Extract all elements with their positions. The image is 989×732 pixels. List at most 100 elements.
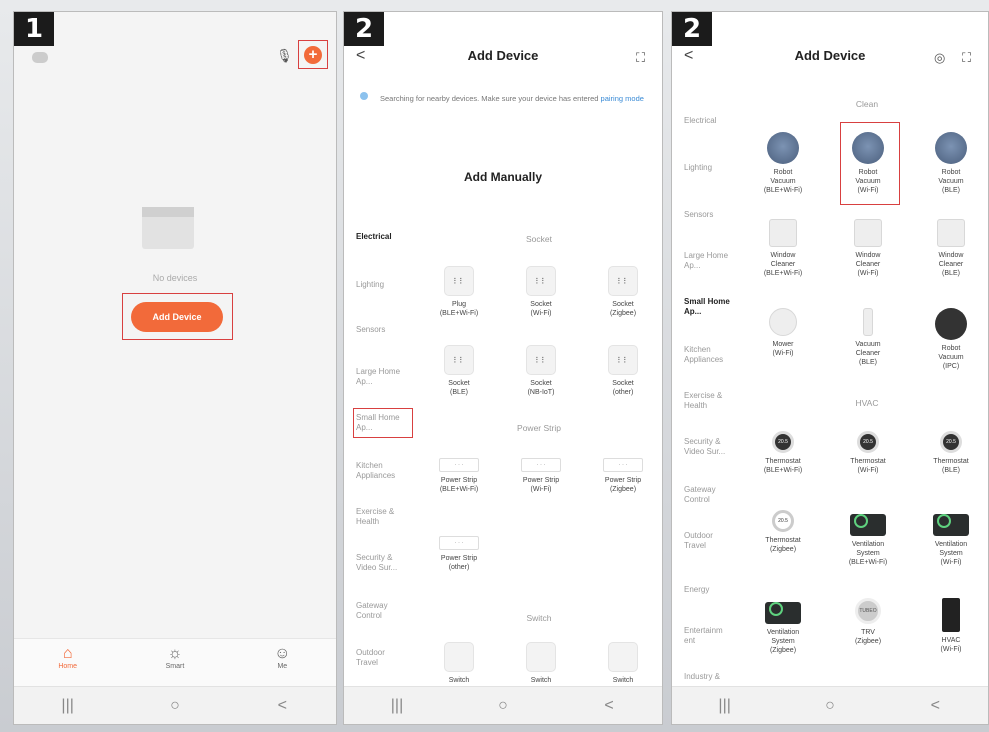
avatar[interactable]	[32, 52, 48, 63]
category-entertainment[interactable]: Entertainm ent	[684, 626, 734, 646]
device-switch-3[interactable]: Switch	[588, 642, 658, 685]
category-sensors[interactable]: Sensors	[684, 210, 746, 220]
pairing-mode-link[interactable]: pairing mode	[601, 94, 644, 103]
section-switch: Switch	[526, 613, 552, 623]
device-name: Thermostat	[850, 458, 886, 465]
empty-state-text: No devices	[152, 273, 198, 283]
device-plug-ble-wifi[interactable]: ⠇⠇ Plug (BLE+Wi-Fi)	[424, 266, 494, 318]
device-protocol: (BLE)	[859, 359, 877, 366]
device-switch-1[interactable]: Switch	[424, 642, 494, 685]
recent-apps-button[interactable]: |||	[48, 697, 88, 715]
device-switch-2[interactable]: Switch	[506, 642, 576, 685]
back-system-button[interactable]: <	[589, 697, 629, 715]
device-name: Cleaner	[855, 350, 881, 357]
socket-icon: ⠇⠇	[608, 345, 638, 375]
category-gateway[interactable]: Gateway Control	[356, 601, 406, 621]
device-ventilation-wifi[interactable]: Ventilation System (Wi-Fi)	[916, 510, 986, 567]
category-kitchen[interactable]: Kitchen Appliances	[356, 461, 406, 481]
category-exercise[interactable]: Exercise & Health	[684, 391, 734, 411]
device-robot-vacuum-ble-wifi[interactable]: Robot Vacuum (BLE+Wi-Fi)	[748, 132, 818, 195]
device-strip-wifi[interactable]: · · · Power Strip (Wi-Fi)	[506, 452, 576, 494]
device-mower-wifi[interactable]: Mower (Wi-Fi)	[748, 308, 818, 358]
device-socket-other[interactable]: ⠇⠇ Socket (other)	[588, 345, 658, 397]
device-robot-vacuum-ble[interactable]: Robot Vacuum (BLE)	[916, 132, 986, 195]
scan-icon[interactable]: ⛶	[962, 50, 971, 66]
home-system-button[interactable]: ○	[810, 697, 850, 715]
tab-me-label: Me	[277, 663, 288, 670]
device-name: Power Strip	[440, 477, 478, 484]
tab-smart[interactable]: ☼ Smart	[145, 645, 205, 686]
tab-home[interactable]: ⌂ Home	[38, 645, 98, 686]
phone-add-device-small-home: 2 < Add Device ◎ ⛶ Electrical Lighting S…	[672, 12, 988, 724]
device-name: System	[771, 638, 795, 645]
device-window-cleaner-ble[interactable]: Window Cleaner (BLE)	[916, 219, 986, 278]
device-name: Cleaner	[855, 261, 881, 268]
microphone-icon[interactable]: 🎙	[276, 48, 293, 64]
home-system-button[interactable]: ○	[155, 697, 195, 715]
device-vacuum-cleaner-ble[interactable]: Vacuum Cleaner (BLE)	[833, 308, 903, 367]
back-system-button[interactable]: <	[915, 697, 955, 715]
device-robot-vacuum-ipc[interactable]: Robot Vacuum (IPC)	[916, 308, 986, 371]
device-protocol: (BLE+Wi-Fi)	[439, 486, 479, 493]
search-hint-text: Searching for nearby devices. Make sure …	[380, 94, 599, 103]
category-electrical[interactable]: Electrical	[356, 232, 418, 242]
device-window-cleaner-wifi[interactable]: Window Cleaner (Wi-Fi)	[833, 219, 903, 278]
section-clean: Clean	[855, 99, 879, 109]
device-strip-zigbee[interactable]: · · · Power Strip (Zigbee)	[588, 452, 658, 494]
device-thermostat-wifi[interactable]: 20.5 Thermostat (Wi-Fi)	[833, 431, 903, 475]
device-protocol: (NB-IoT)	[527, 389, 555, 396]
device-trv-zigbee[interactable]: TUBEO TRV (Zigbee)	[833, 598, 903, 646]
category-outdoor[interactable]: Outdoor Travel	[684, 531, 734, 551]
device-thermostat-ble[interactable]: 20.5 Thermostat (BLE)	[916, 431, 986, 475]
device-window-cleaner-ble-wifi[interactable]: Window Cleaner (BLE+Wi-Fi)	[748, 219, 818, 278]
category-gateway[interactable]: Gateway Control	[684, 485, 734, 505]
device-strip-ble-wifi[interactable]: · · · Power Strip (BLE+Wi-Fi)	[424, 452, 494, 494]
category-small-home[interactable]: Small Home Ap...	[684, 297, 734, 317]
thermostat-icon: 20.5	[772, 431, 794, 453]
socket-icon: ⠇⠇	[526, 266, 556, 296]
category-electrical[interactable]: Electrical	[684, 116, 746, 126]
tab-home-label: Home	[58, 663, 77, 670]
tab-me[interactable]: ☺ Me	[252, 645, 312, 686]
back-system-button[interactable]: <	[262, 697, 302, 715]
category-sensors[interactable]: Sensors	[356, 325, 418, 335]
target-icon[interactable]: ◎	[934, 50, 945, 66]
category-kitchen[interactable]: Kitchen Appliances	[684, 345, 734, 365]
category-exercise[interactable]: Exercise & Health	[356, 507, 406, 527]
hvac-icon	[942, 598, 960, 632]
recent-apps-button[interactable]: |||	[705, 697, 745, 715]
device-socket-ble[interactable]: ⠇⠇ Socket (BLE)	[424, 345, 494, 397]
home-system-button[interactable]: ○	[483, 697, 523, 715]
device-name: Robot	[941, 169, 961, 176]
device-socket-wifi[interactable]: ⠇⠇ Socket (Wi-Fi)	[506, 266, 576, 318]
device-thermostat-zigbee[interactable]: 20.5 Thermostat (Zigbee)	[748, 510, 818, 554]
device-strip-other[interactable]: · · · Power Strip (other)	[424, 530, 494, 572]
window-cleaner-icon	[769, 219, 797, 247]
device-protocol: (BLE)	[942, 187, 960, 194]
smart-icon: ☼	[167, 645, 183, 662]
recent-apps-button[interactable]: |||	[377, 697, 417, 715]
device-hvac-wifi[interactable]: HVAC (Wi-Fi)	[916, 598, 986, 654]
category-security[interactable]: Security & Video Sur...	[684, 437, 734, 457]
category-large-home[interactable]: Large Home Ap...	[684, 251, 734, 271]
category-outdoor[interactable]: Outdoor Travel	[356, 648, 406, 668]
device-ventilation-zigbee[interactable]: Ventilation System (Zigbee)	[748, 598, 818, 655]
category-lighting[interactable]: Lighting	[356, 280, 418, 290]
category-large-home[interactable]: Large Home Ap...	[356, 367, 406, 387]
device-socket-nbiot[interactable]: ⠇⠇ Socket (NB-IoT)	[506, 345, 576, 397]
scan-icon[interactable]: ⛶	[636, 50, 645, 66]
category-industry[interactable]: Industry &	[684, 672, 734, 682]
device-ventilation-ble-wifi[interactable]: Ventilation System (BLE+Wi-Fi)	[833, 510, 903, 567]
category-lighting[interactable]: Lighting	[684, 163, 746, 173]
device-name: Socket	[448, 380, 470, 387]
mower-icon	[769, 308, 797, 336]
category-energy[interactable]: Energy	[684, 585, 734, 595]
power-strip-icon: · · ·	[439, 458, 479, 472]
device-protocol: (BLE+Wi-Fi)	[848, 559, 888, 566]
device-protocol: (Wi-Fi)	[530, 486, 552, 493]
robot-vacuum-icon	[767, 132, 799, 164]
device-socket-zigbee[interactable]: ⠇⠇ Socket (Zigbee)	[588, 266, 658, 318]
category-security[interactable]: Security & Video Sur...	[356, 553, 406, 573]
thermostat-icon: 20.5	[940, 431, 962, 453]
device-thermostat-ble-wifi[interactable]: 20.5 Thermostat (BLE+Wi-Fi)	[748, 431, 818, 475]
